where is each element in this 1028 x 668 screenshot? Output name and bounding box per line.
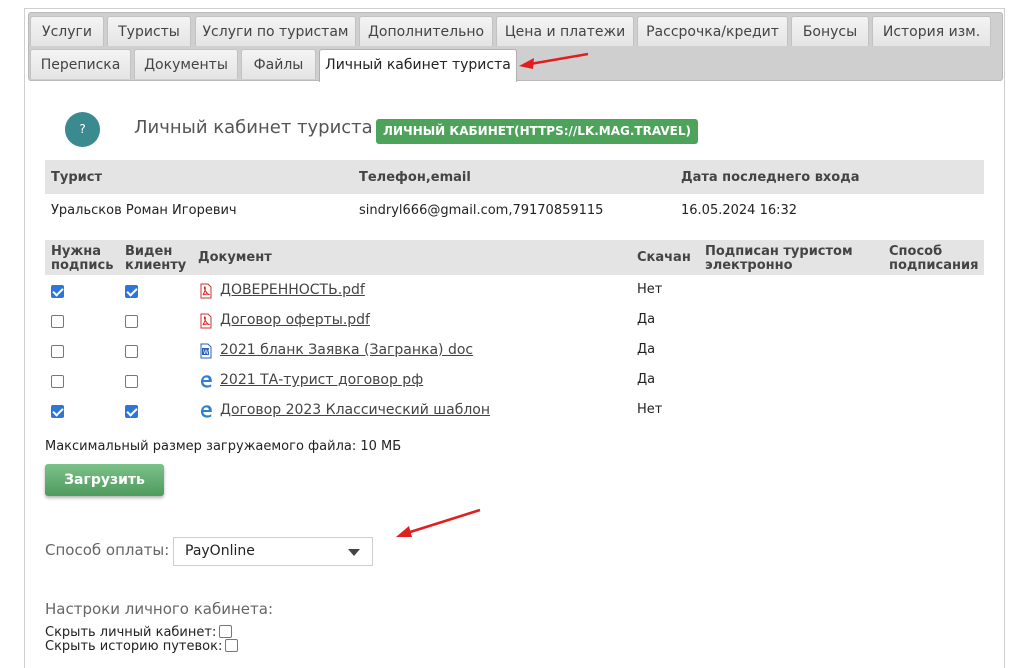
document-link[interactable]: 2021 бланк Заявка (Загранка) doc bbox=[220, 342, 473, 358]
col-visible: Виден клиенту bbox=[125, 244, 187, 273]
help-icon[interactable]: ? bbox=[65, 112, 100, 147]
tab-price-payments[interactable]: Цена и платежи bbox=[496, 16, 634, 46]
tourist-last-login: 16.05.2024 16:32 bbox=[681, 203, 798, 218]
downloaded-status: Да bbox=[637, 372, 656, 387]
tab-bonuses[interactable]: Бонусы bbox=[791, 16, 869, 46]
section-title: Личный кабинет туриста bbox=[134, 117, 373, 138]
visible-to-client-checkbox[interactable] bbox=[125, 405, 138, 418]
visible-to-client-checkbox[interactable] bbox=[125, 285, 138, 298]
payment-method-label: Способ оплаты: bbox=[45, 541, 170, 559]
hide-cabinet-checkbox[interactable] bbox=[219, 625, 233, 638]
tab-tourists[interactable]: Туристы bbox=[107, 16, 191, 46]
tab-change-history[interactable]: История изм. bbox=[872, 16, 991, 46]
document-link[interactable]: ДОВЕРЕННОСТЬ.pdf bbox=[220, 282, 365, 298]
col-last-login: Дата последнего входа bbox=[681, 170, 860, 185]
tab-documents[interactable]: Документы bbox=[134, 49, 238, 79]
tab-services-by-tourist[interactable]: Услуги по туристам bbox=[195, 16, 356, 46]
need-sign-checkbox[interactable] bbox=[51, 315, 64, 328]
document-link[interactable]: Договор 2023 Классический шаблон bbox=[220, 402, 490, 418]
pdf-icon bbox=[198, 283, 214, 299]
word-doc-icon: W bbox=[198, 343, 214, 359]
visible-to-client-checkbox[interactable] bbox=[125, 345, 138, 358]
need-sign-checkbox[interactable] bbox=[51, 285, 64, 298]
downloaded-status: Да bbox=[637, 342, 656, 357]
downloaded-status: Нет bbox=[637, 402, 663, 417]
col-downloaded: Скачан bbox=[637, 250, 691, 265]
tab-tourist-cabinet[interactable]: Личный кабинет туриста bbox=[319, 49, 517, 82]
content-frame bbox=[24, 8, 1005, 668]
visible-to-client-checkbox[interactable] bbox=[125, 315, 138, 328]
upload-button[interactable]: Загрузить bbox=[45, 464, 164, 496]
col-signed: Подписан туристом электронно bbox=[705, 244, 853, 273]
downloaded-status: Нет bbox=[637, 282, 663, 297]
need-sign-checkbox[interactable] bbox=[51, 405, 64, 418]
col-phone-email: Телефон,email bbox=[359, 170, 471, 185]
tourist-name: Уральсков Роман Игоревич bbox=[51, 203, 237, 218]
hide-history-checkbox[interactable] bbox=[225, 639, 239, 652]
tab-additional[interactable]: Дополнительно bbox=[359, 16, 493, 46]
tab-files[interactable]: Файлы bbox=[241, 49, 316, 79]
col-tourist: Турист bbox=[51, 170, 102, 185]
need-sign-checkbox[interactable] bbox=[51, 345, 64, 358]
cabinet-link-badge[interactable]: ЛИЧНЫЙ КАБИНЕТ(HTTPS://LK.MAG.TRAVEL) bbox=[376, 119, 698, 144]
tab-correspondence[interactable]: Переписка bbox=[30, 49, 131, 79]
settings-title: Настроки личного кабинета: bbox=[45, 600, 274, 618]
tourist-contact: sindryl666@gmail.com,79170859115 bbox=[359, 203, 604, 218]
tab-services[interactable]: Услуги bbox=[30, 16, 104, 46]
hide-history-row: Скрыть историю путевок: bbox=[45, 639, 239, 654]
document-link[interactable]: Договор оферты.pdf bbox=[220, 312, 370, 328]
col-need-sign: Нужна подпись bbox=[51, 244, 114, 273]
payment-method-value: PayOnline bbox=[185, 543, 255, 559]
chevron-down-icon bbox=[348, 549, 360, 556]
hide-cabinet-label: Скрыть личный кабинет: bbox=[45, 625, 217, 640]
edge-browser-icon bbox=[198, 403, 214, 419]
col-sign-method: Способ подписания bbox=[889, 244, 979, 273]
need-sign-checkbox[interactable] bbox=[51, 375, 64, 388]
edge-browser-icon bbox=[198, 373, 214, 389]
col-document: Документ bbox=[198, 250, 272, 265]
tab-installment-credit[interactable]: Рассрочка/кредит bbox=[637, 16, 788, 46]
downloaded-status: Да bbox=[637, 312, 656, 327]
hide-cabinet-row: Скрыть личный кабинет: bbox=[45, 625, 233, 640]
payment-method-select[interactable]: PayOnline bbox=[173, 537, 373, 566]
visible-to-client-checkbox[interactable] bbox=[125, 375, 138, 388]
max-file-size-text: Максимальный размер загружаемого файла: … bbox=[45, 439, 402, 454]
pdf-icon bbox=[198, 313, 214, 329]
svg-text:W: W bbox=[203, 349, 209, 356]
hide-history-label: Скрыть историю путевок: bbox=[45, 639, 223, 654]
document-link[interactable]: 2021 ТА-турист договор рф bbox=[220, 372, 423, 388]
